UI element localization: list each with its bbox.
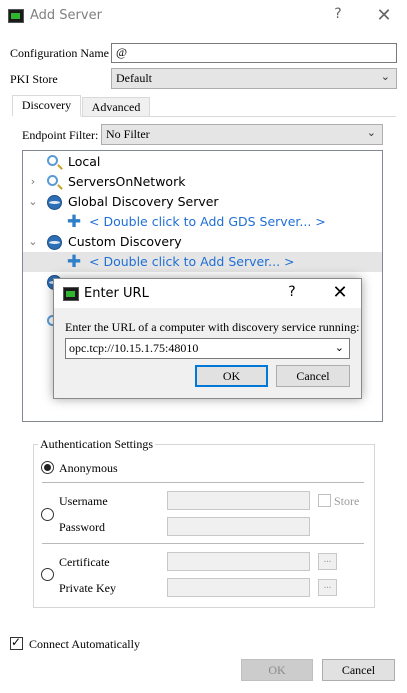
pki-store-select[interactable]: Default ⌄ [111,68,397,89]
tree-item-add-server[interactable]: ✚ < Double click to Add Server... > [23,252,382,272]
store-checkbox[interactable] [318,494,331,507]
store-label: Store [334,494,360,508]
tree-item-label: Global Discovery Server [68,194,219,209]
dialog-close-button[interactable]: ✕ [328,282,352,303]
username-label: Username [59,494,108,508]
chevron-down-icon[interactable]: ⌄ [27,192,39,212]
tree-item-local[interactable]: Local [23,152,382,172]
chevron-down-icon: ⌄ [366,126,376,139]
pki-store-label: PKI Store [10,72,58,86]
dialog-help-button[interactable]: ? [282,284,302,300]
password-input[interactable] [167,517,310,536]
window-title: Add Server [30,8,102,23]
close-button[interactable]: ✕ [372,5,396,27]
app-icon [8,9,24,23]
certificate-label: Certificate [59,555,110,569]
globe-icon [47,195,62,210]
tree-item-label: Local [68,154,101,169]
search-icon [47,175,58,186]
dialog-title-bar: Enter URL ? ✕ [54,279,361,308]
browse-certificate-button[interactable]: ... [318,553,337,570]
endpoint-filter-label: Endpoint Filter: [22,128,99,142]
tree-item-label: ServersOnNetwork [68,174,186,189]
plus-icon: ✚ [66,212,82,232]
chevron-right-icon[interactable]: › [27,172,39,192]
tab-advanced[interactable]: Advanced [82,97,150,117]
tree-item-global-discovery-server[interactable]: ⌄ Global Discovery Server [23,192,382,212]
configuration-name-label: Configuration Name [10,46,109,60]
anonymous-label: Anonymous [59,461,118,475]
pki-store-value: Default [116,71,152,85]
dialog-title: Enter URL [84,286,149,301]
app-icon [63,287,79,301]
separator [42,482,364,483]
tree-item-label: < Double click to Add Server... > [89,254,295,269]
dialog-ok-button[interactable]: OK [195,365,268,387]
active-tab-gap [12,116,81,118]
tree-item-label: < Double click to Add GDS Server... > [89,214,326,229]
private-key-input[interactable] [167,578,310,597]
password-label: Password [59,520,106,534]
dialog-cancel-button[interactable]: Cancel [276,365,350,387]
certificate-input[interactable] [167,552,310,571]
ok-button[interactable]: OK [241,659,313,681]
cancel-button[interactable]: Cancel [322,659,395,681]
configuration-name-input[interactable]: @ [111,43,397,63]
separator [42,543,364,544]
url-input[interactable]: opc.tcp://10.15.1.75:48010 ⌄ [65,338,350,359]
chevron-down-icon: ⌄ [380,70,390,83]
endpoint-filter-select[interactable]: No Filter ⌄ [101,124,383,145]
browse-private-key-button[interactable]: ... [318,579,337,596]
anonymous-radio[interactable] [41,461,54,474]
enter-url-dialog: Enter URL ? ✕ Enter the URL of a compute… [53,278,362,399]
authentication-settings-legend: Authentication Settings [38,437,155,452]
help-button[interactable]: ? [326,6,350,26]
url-prompt-label: Enter the URL of a computer with discove… [65,320,360,334]
endpoint-filter-value: No Filter [106,127,150,141]
tree-item-custom-discovery[interactable]: ⌄ Custom Discovery [23,232,382,252]
username-password-radio[interactable] [41,508,54,521]
chevron-down-icon[interactable]: ⌄ [27,232,39,252]
certificate-radio[interactable] [41,568,54,581]
url-value: opc.tcp://10.15.1.75:48010 [69,341,199,355]
connect-automatically-label: Connect Automatically [29,637,140,651]
tree-item-label: Custom Discovery [68,234,182,249]
window-title-bar: Add Server ? ✕ [0,0,407,32]
tree-item-servers-on-network[interactable]: › ServersOnNetwork [23,172,382,192]
configuration-name-value: @ [116,45,128,59]
globe-icon [47,235,62,250]
chevron-down-icon[interactable]: ⌄ [335,341,344,354]
connect-automatically-checkbox[interactable] [10,635,23,650]
private-key-label: Private Key [59,581,116,595]
tree-item-add-gds-server[interactable]: ✚ < Double click to Add GDS Server... > [23,212,382,232]
username-input[interactable] [167,491,310,510]
tab-discovery[interactable]: Discovery [12,95,81,117]
plus-icon: ✚ [66,252,82,272]
search-icon [47,155,58,166]
